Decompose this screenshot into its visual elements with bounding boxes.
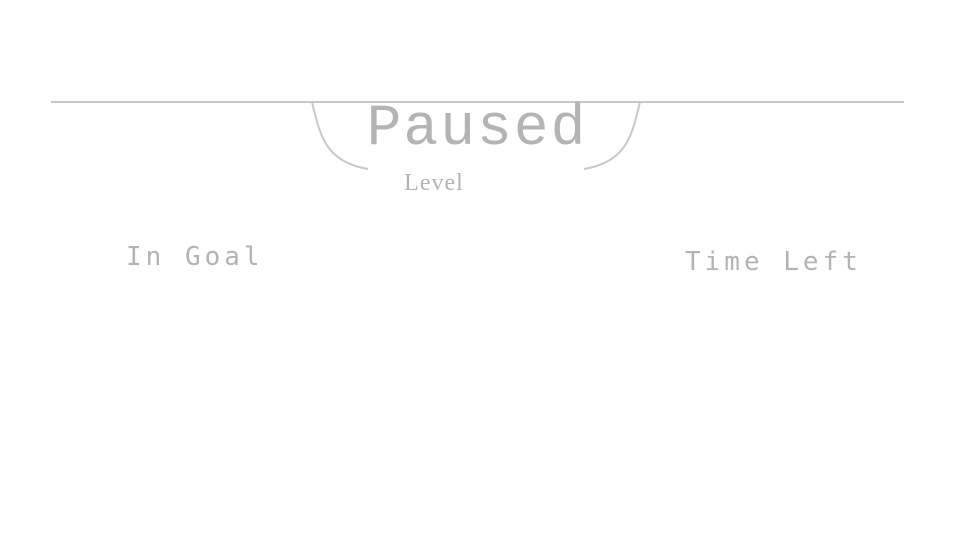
paused-title: Paused [366,97,588,162]
pause-screen: Paused Level In Goal Time Left [0,0,960,540]
in-goal-label: In Goal [126,242,264,272]
time-left-label: Time Left [685,247,862,277]
level-label: Level [404,170,464,196]
